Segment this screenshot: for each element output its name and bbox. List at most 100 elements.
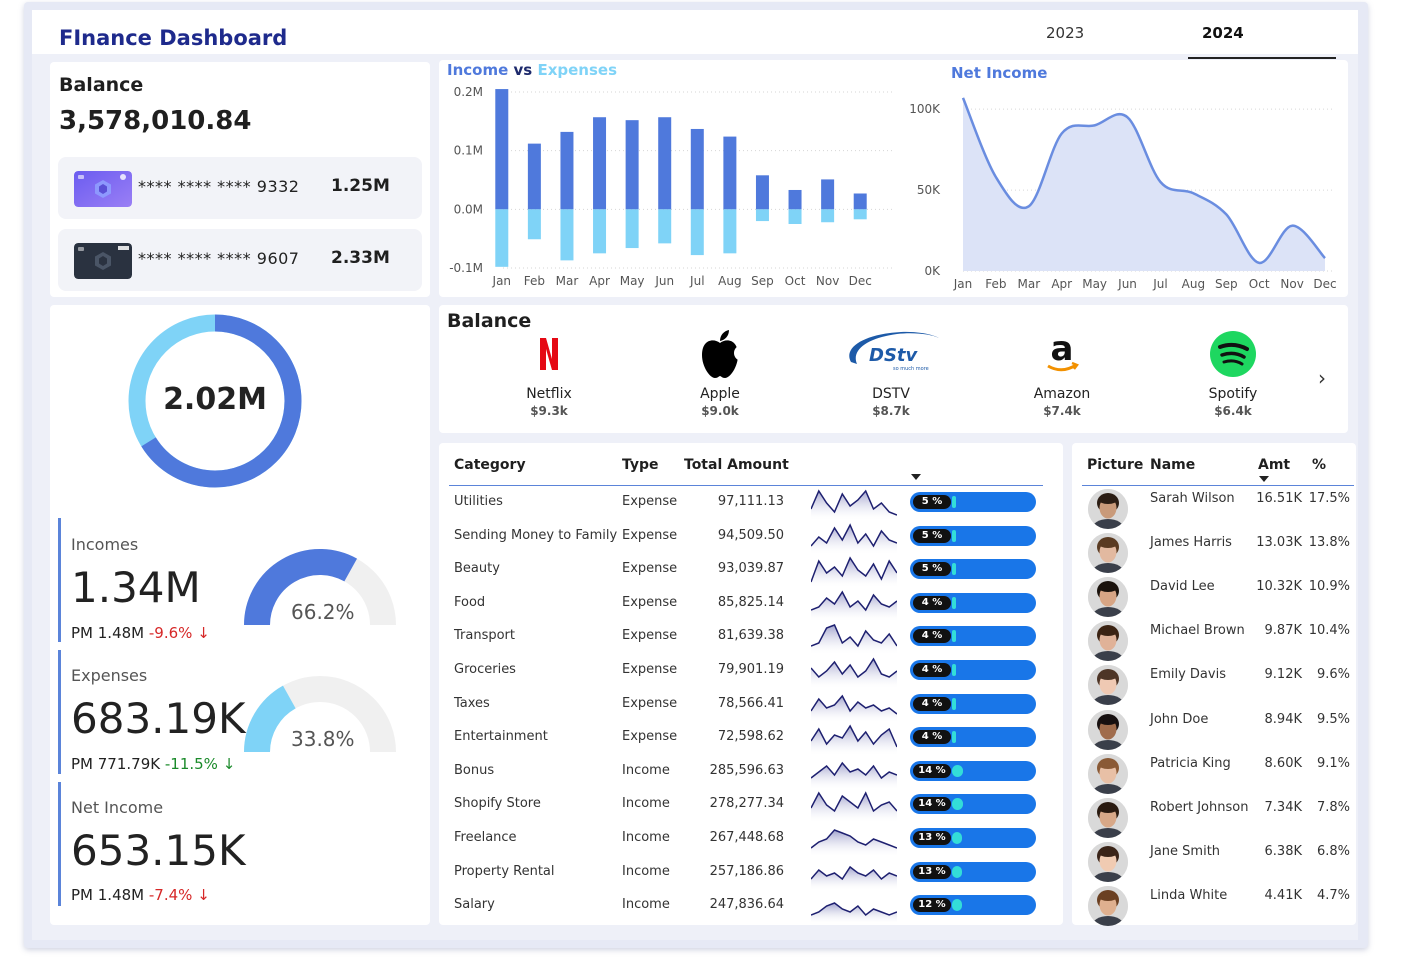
card-number-9332: **** **** **** 9332: [138, 177, 300, 196]
income-bar[interactable]: [527, 143, 541, 210]
table-row[interactable]: Salary Income 247,836.64 12 %: [447, 893, 1047, 927]
expense-bar[interactable]: [495, 209, 509, 267]
expense-bar[interactable]: [560, 209, 574, 261]
table-row[interactable]: Sarah Wilson 16.51K 17.5%: [1080, 487, 1350, 531]
income-bar[interactable]: [788, 189, 802, 210]
table-row[interactable]: Food Expense 85,825.14 4 %: [447, 590, 1047, 625]
col-header-category[interactable]: Category: [454, 457, 526, 473]
expense-bar[interactable]: [658, 209, 672, 244]
expense-bar[interactable]: [690, 209, 704, 256]
table-row[interactable]: Michael Brown 9.87K 10.4%: [1080, 619, 1350, 663]
col-header-pct[interactable]: %: [1312, 457, 1326, 473]
subscription-netflix[interactable]: Netflix $9.3k: [489, 328, 609, 418]
table-row[interactable]: Taxes Expense 78,566.41 4 %: [447, 692, 1047, 726]
amount-cell: 93,039.87: [717, 561, 784, 577]
table-row[interactable]: David Lee 10.32K 10.9%: [1080, 575, 1350, 619]
percent-label: 4 %: [913, 730, 951, 745]
income-bar[interactable]: [593, 117, 607, 210]
expenses-value: 683.19K: [71, 694, 246, 743]
person-amount: 4.41K: [1264, 887, 1302, 903]
table-row[interactable]: Jane Smith 6.38K 6.8%: [1080, 840, 1350, 884]
percent-label: 14 %: [913, 797, 951, 812]
income-bar[interactable]: [625, 120, 639, 210]
table-row[interactable]: Shopify Store Income 278,277.34 14 %: [447, 791, 1047, 826]
avatar-portrait: [1088, 533, 1128, 574]
avatar-fringe: [1099, 672, 1117, 681]
sparkline: [811, 657, 897, 688]
col-header-type[interactable]: Type: [622, 457, 659, 473]
table-row[interactable]: Emily Davis 9.12K 9.6%: [1080, 663, 1350, 707]
sparkline: [811, 724, 897, 756]
person-amount: 8.94K: [1264, 711, 1302, 727]
table-row[interactable]: James Harris 13.03K 13.8%: [1080, 531, 1350, 575]
expense-bar[interactable]: [527, 209, 541, 240]
sort-desc-icon[interactable]: [1259, 476, 1269, 482]
expense-bar[interactable]: [755, 209, 769, 222]
income-vs-expenses-chart: 0.2M 0.1M 0.0M -0.1M Jan Feb Mar Apr May Jun Jul Au…: [449, 85, 894, 288]
category-cell: Sending Money to Family: [454, 527, 618, 543]
col-header-amt[interactable]: Amt: [1258, 457, 1290, 473]
year-tab-2024[interactable]: 2024: [1202, 24, 1244, 42]
sort-desc-icon[interactable]: [911, 474, 921, 480]
person-amount: 16.51K: [1256, 491, 1302, 506]
x-tick-label: Jul: [689, 274, 704, 288]
expense-bar[interactable]: [853, 209, 867, 220]
subscription-name: Apple: [700, 386, 740, 402]
table-row[interactable]: Beauty Expense 93,039.87 5 %: [447, 556, 1047, 591]
income-bar[interactable]: [495, 89, 509, 210]
sparkline-area: [811, 726, 897, 756]
table-row[interactable]: John Doe 8.94K 9.5%: [1080, 708, 1350, 752]
expense-bar[interactable]: [625, 209, 639, 249]
amount-cell: 78,566.41: [717, 695, 784, 711]
expense-bar[interactable]: [723, 209, 737, 254]
card-row-9607[interactable]: **** **** **** 9607 2.33M: [58, 229, 422, 291]
year-tab-2023[interactable]: 2023: [1046, 24, 1084, 42]
type-cell: Expense: [622, 662, 678, 677]
col-header-total-amount[interactable]: Total Amount: [684, 457, 789, 473]
table-row[interactable]: Groceries Expense 79,901.19 4 %: [447, 657, 1047, 692]
card-row-9332[interactable]: **** **** **** 9332 1.25M: [58, 157, 422, 219]
subscription-amazon[interactable]: a Amazon $7.4k: [1002, 328, 1122, 418]
person-amount: 6.38K: [1264, 843, 1302, 859]
subscription-spotify[interactable]: Spotify $6.4k: [1173, 328, 1293, 418]
chevron-right-icon[interactable]: ›: [1318, 366, 1326, 390]
table-row[interactable]: Linda White 4.41K 4.7%: [1080, 884, 1350, 928]
type-cell: Income: [622, 863, 670, 879]
income-bar[interactable]: [821, 179, 835, 210]
subscription-dstv[interactable]: DStv so much more DSTV $8.7k: [831, 328, 951, 418]
expense-bar[interactable]: [593, 209, 607, 254]
expense-bar[interactable]: [821, 209, 835, 223]
table-row[interactable]: Entertainment Expense 72,598.62 4 %: [447, 724, 1047, 759]
col-header-picture[interactable]: Picture: [1087, 457, 1143, 473]
table-row[interactable]: Patricia King 8.60K 9.1%: [1080, 752, 1350, 796]
person-name: David Lee: [1150, 579, 1215, 595]
col-header-name[interactable]: Name: [1150, 457, 1195, 473]
table-row[interactable]: Utilities Expense 97,111.13 5 %: [447, 489, 1047, 524]
type-cell: Expense: [622, 695, 678, 711]
table-row[interactable]: Property Rental Income 257,186.86 13 %: [447, 860, 1047, 894]
table-row[interactable]: Transport Expense 81,639.38 4 %: [447, 624, 1047, 658]
income-bar[interactable]: [723, 136, 737, 210]
percent-bar: 14 %: [910, 794, 1036, 815]
person-percent: 4.7%: [1316, 887, 1350, 903]
table-row[interactable]: Freelance Income 267,448.68 13 %: [447, 826, 1047, 860]
avatar-fringe: [1099, 804, 1117, 813]
table-row[interactable]: Robert Johnson 7.34K 7.8%: [1080, 796, 1350, 840]
income-bar[interactable]: [690, 128, 704, 210]
income-bar[interactable]: [755, 175, 769, 210]
income-bar[interactable]: [658, 117, 672, 210]
person-name: Robert Johnson: [1150, 799, 1249, 815]
income-bar[interactable]: [853, 193, 867, 210]
spotify-icon: [1173, 328, 1293, 380]
expense-bar[interactable]: [788, 209, 802, 224]
amount-cell: 267,448.68: [709, 830, 784, 845]
net-income-chart: 100K 50K 0K Jan Feb Mar Apr May Jun Jul Aug Sep Oct N…: [909, 97, 1337, 291]
table-row[interactable]: Bonus Income 285,596.63 14 %: [447, 759, 1047, 793]
table-row[interactable]: Sending Money to Family Expense 94,509.50 5…: [447, 522, 1047, 558]
category-cell: Property Rental: [454, 863, 555, 879]
avatar: [1088, 841, 1128, 882]
income-bar[interactable]: [560, 131, 574, 210]
card-amount-9607: 2.33M: [331, 248, 390, 268]
subscription-apple[interactable]: Apple $9.0k: [660, 328, 780, 418]
percent-bar: 5 %: [910, 492, 1036, 512]
